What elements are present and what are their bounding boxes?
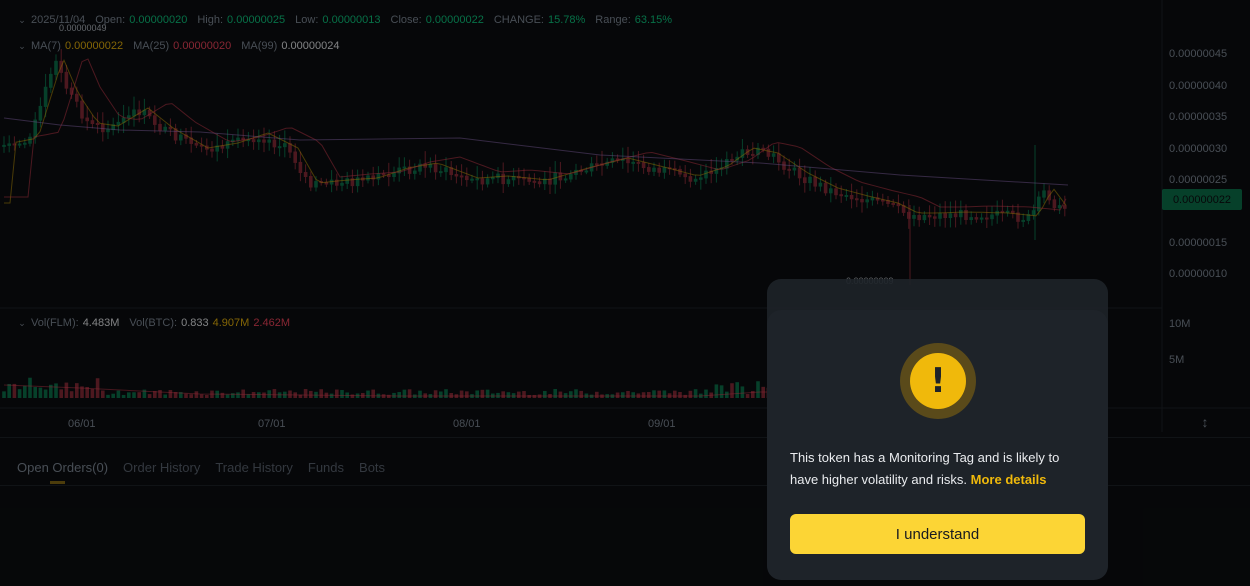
exclamation-icon: !: [910, 353, 966, 409]
more-details-link[interactable]: More details: [971, 472, 1047, 487]
monitoring-tag-dialog: ! This token has a Monitoring Tag and is…: [767, 310, 1108, 580]
trading-screen: ⌄ 2025/11/04 Open: 0.00000020 High: 0.00…: [0, 0, 1250, 586]
dialog-message: This token has a Monitoring Tag and is l…: [790, 447, 1090, 491]
i-understand-button[interactable]: I understand: [790, 514, 1085, 554]
warning-badge: !: [900, 343, 976, 419]
